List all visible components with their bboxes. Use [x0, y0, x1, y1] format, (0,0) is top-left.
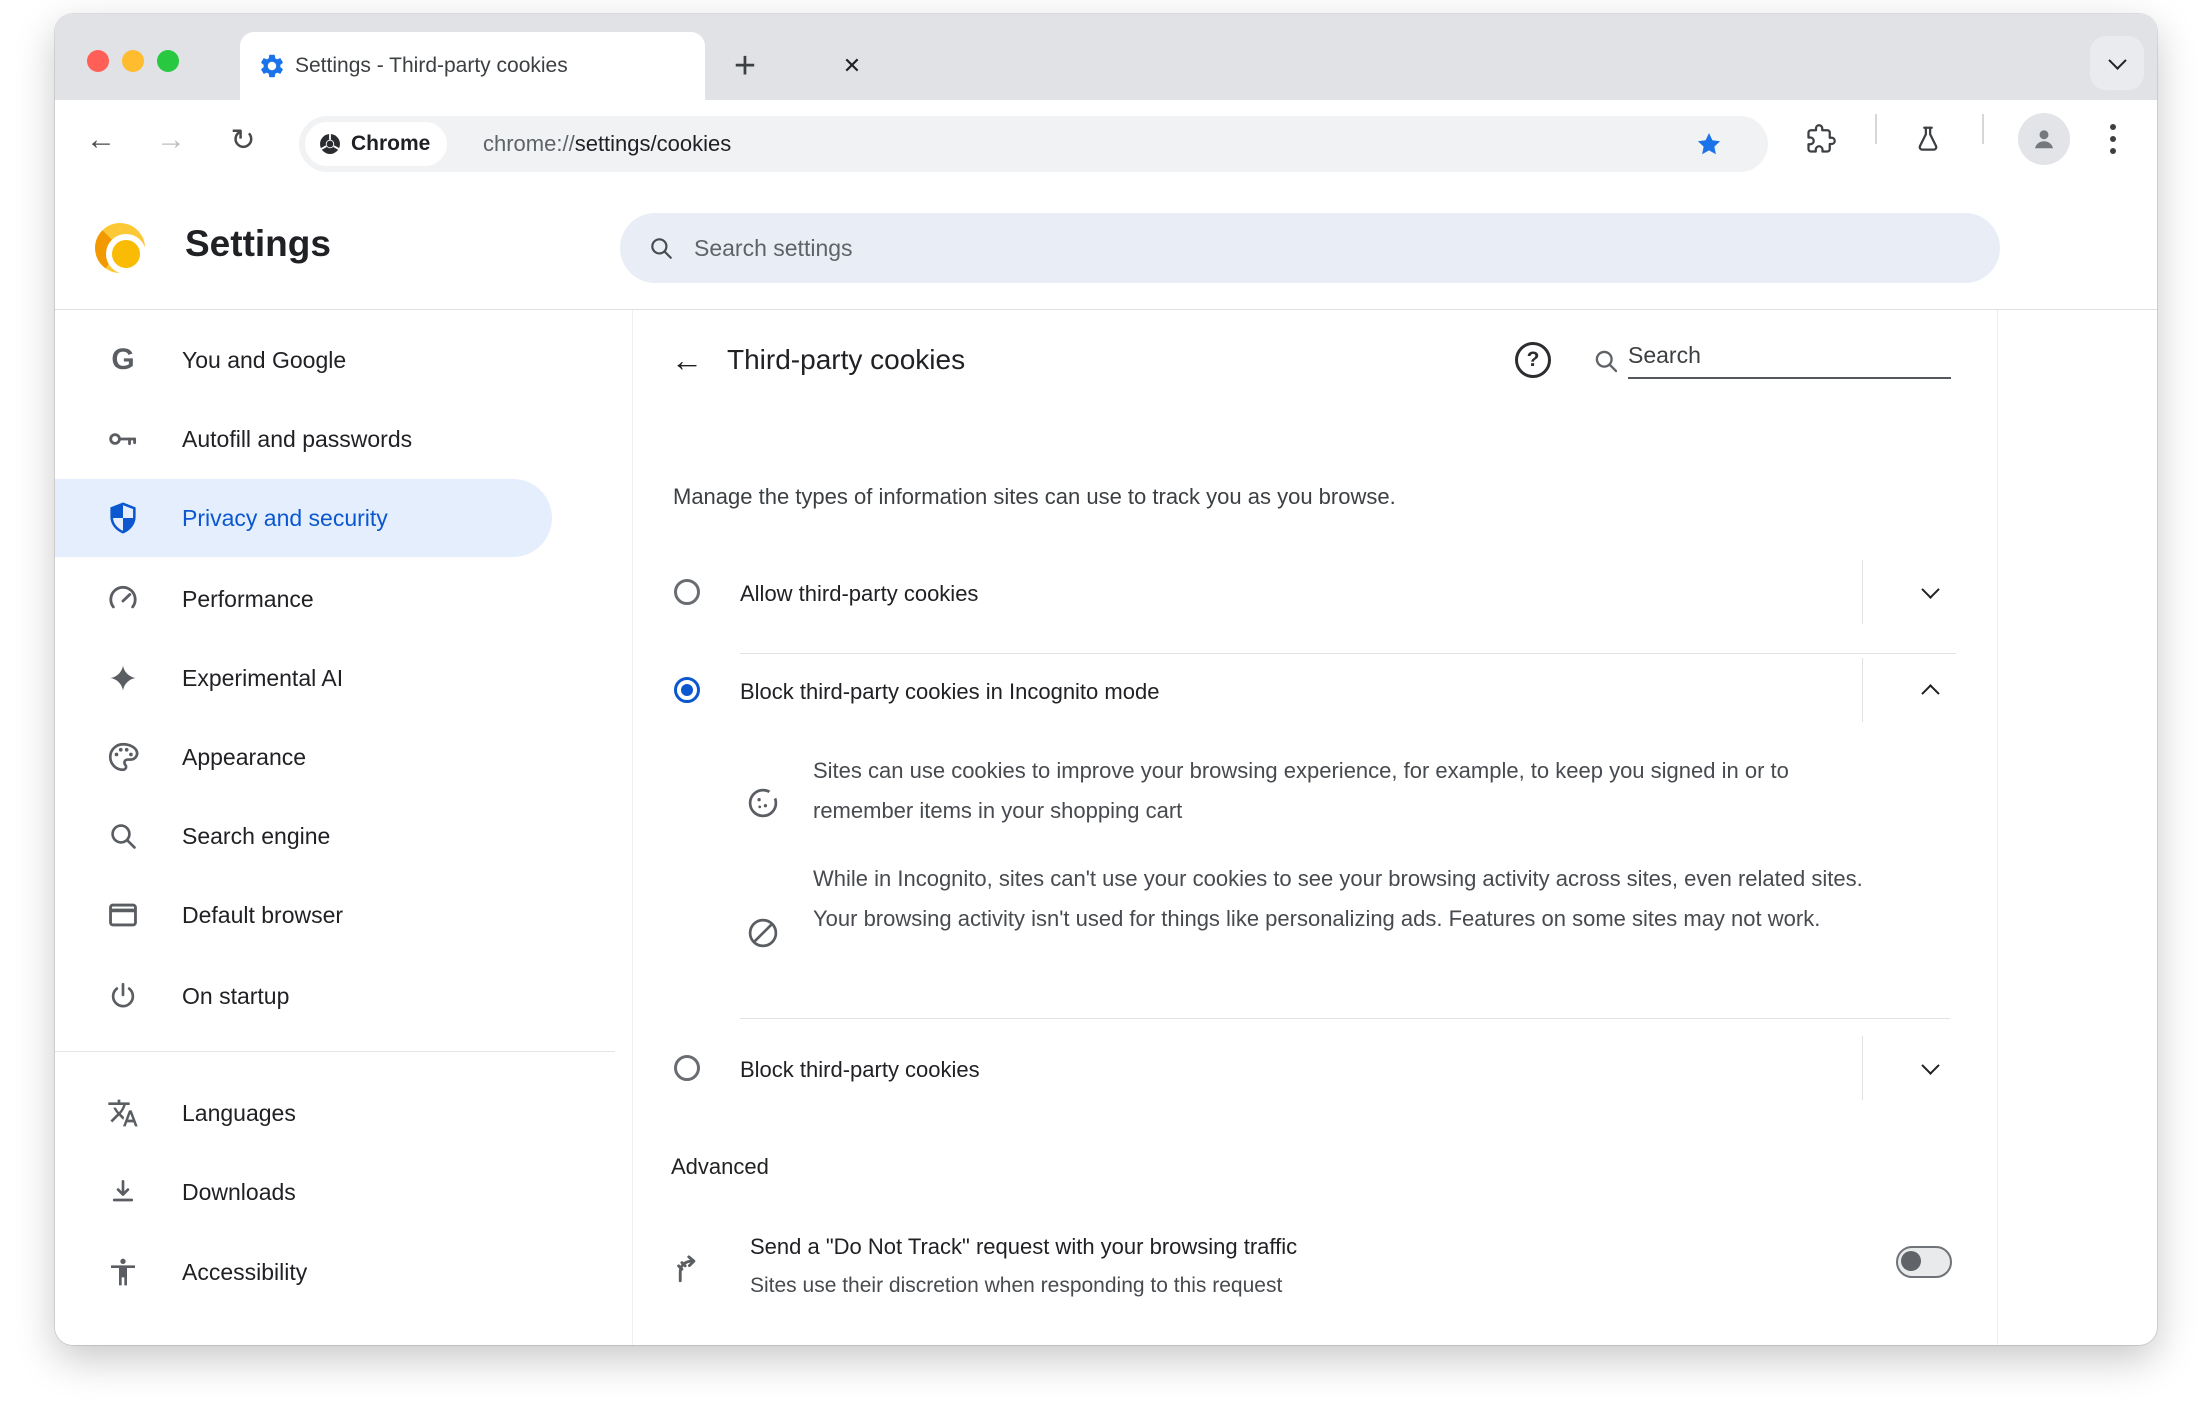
do-not-track-icon [672, 1250, 708, 1286]
expanded-detail-text: Sites can use cookies to improve your br… [813, 758, 1789, 823]
bookmark-star-icon[interactable] [1695, 130, 1723, 158]
option-label: Block third-party cookies in Incognito m… [740, 679, 1160, 704]
expand-block-button[interactable] [1904, 1042, 1956, 1094]
collapse-block-incognito-button[interactable] [1904, 664, 1956, 716]
shield-icon [105, 500, 141, 536]
page-title: Third-party cookies [727, 344, 966, 375]
forward-button[interactable]: → [145, 114, 197, 166]
translate-icon [105, 1095, 141, 1131]
reload-button[interactable]: ↻ [217, 114, 269, 166]
close-window-button[interactable] [87, 50, 109, 72]
sparkle-icon [105, 660, 141, 696]
browser-window: Settings - Third-party cookies ✕ + ← → ↻ [55, 14, 2157, 1345]
chip-label: Chrome [351, 132, 431, 155]
chevron-down-icon [1920, 1055, 1940, 1075]
toolbar-divider [1875, 114, 1877, 144]
accessibility-icon [105, 1254, 141, 1290]
radio-block[interactable] [674, 1055, 700, 1081]
row-separator [1862, 1036, 1863, 1100]
settings-header: Settings [55, 178, 2157, 310]
sidebar-item-privacy-and-security[interactable]: Privacy and security [55, 479, 552, 557]
expanded-detail-text: While in Incognito, sites can't use your… [813, 866, 1863, 931]
radio-allow[interactable] [674, 579, 700, 605]
option-label: Block third-party cookies [740, 1057, 980, 1082]
advanced-heading: Advanced [671, 1154, 769, 1179]
page-search-input[interactable] [1628, 342, 1951, 379]
zoom-window-button[interactable] [157, 50, 179, 72]
sidebar-item-appearance[interactable]: Appearance [55, 718, 552, 796]
new-tab-button[interactable]: + [717, 32, 773, 100]
chevron-down-icon [1920, 579, 1940, 599]
chrome-canary-logo [95, 223, 146, 274]
google-g-icon: G [111, 343, 135, 376]
option-row-allow[interactable]: Allow third-party cookies [634, 546, 1998, 638]
settings-title: Settings [185, 223, 331, 264]
dnt-title: Send a "Do Not Track" request with your … [750, 1234, 1298, 1259]
dnt-toggle[interactable] [1896, 1246, 1952, 1278]
page-intro-text: Manage the types of information sites ca… [673, 484, 1396, 509]
browser-window-icon [105, 897, 141, 933]
chevron-down-icon [2107, 50, 2127, 70]
tab-settings[interactable]: Settings - Third-party cookies ✕ [240, 32, 861, 100]
option-row-block-incognito[interactable]: Block third-party cookies in Incognito m… [634, 644, 1998, 736]
address-bar[interactable]: Chrome chrome://settings/cookies [299, 116, 1768, 172]
gear-favicon-icon [258, 52, 286, 80]
download-icon [105, 1174, 141, 1210]
sidebar-item-accessibility[interactable]: Accessibility [55, 1233, 552, 1311]
speedometer-icon [105, 581, 141, 617]
profile-avatar[interactable] [2018, 113, 2070, 165]
sidebar-item-downloads[interactable]: Downloads [55, 1153, 552, 1231]
search-settings-input[interactable] [694, 234, 1894, 262]
tab-strip: Settings - Third-party cookies ✕ + [55, 14, 2157, 100]
sidebar-item-autofill[interactable]: Autofill and passwords [55, 400, 552, 478]
url-scheme: chrome:// [483, 131, 575, 156]
row-separator [1862, 560, 1863, 624]
sidebar-item-default-browser[interactable]: Default browser [55, 876, 552, 954]
tab-close-icon[interactable]: ✕ [828, 32, 876, 100]
page-search-icon [1592, 347, 1620, 375]
third-party-cookies-page: ← Third-party cookies ? Manage the types… [634, 310, 1998, 1345]
sidebar-item-search-engine[interactable]: Search engine [55, 797, 552, 875]
back-button[interactable]: ← [75, 114, 127, 166]
section-divider [740, 1018, 1950, 1019]
toolbar-divider [1982, 114, 1984, 144]
palette-icon [105, 739, 141, 775]
chevron-up-icon [1920, 683, 1940, 703]
cookie-icon [745, 785, 781, 821]
search-settings-box[interactable] [620, 213, 2000, 283]
radio-block-incognito[interactable] [674, 677, 700, 703]
option-label: Allow third-party cookies [740, 581, 979, 606]
chrome-site-chip[interactable]: Chrome [305, 122, 447, 166]
url-path: settings/cookies [574, 131, 732, 156]
power-icon [105, 978, 141, 1014]
sidebar-item-experimental-ai[interactable]: Experimental AI [55, 639, 552, 717]
page-back-button[interactable]: ← [661, 334, 713, 386]
sidebar-item-performance[interactable]: Performance [55, 560, 552, 638]
row-separator [1862, 658, 1863, 722]
dnt-subtitle: Sites use their discretion when respondi… [750, 1274, 1283, 1297]
settings-sidebar: G You and Google Autofill and passwords [55, 310, 633, 1345]
sidebar-item-languages[interactable]: Languages [55, 1074, 552, 1152]
experiments-flask-icon[interactable] [1902, 113, 1954, 165]
chrome-logo-icon [317, 131, 343, 157]
search-icon [648, 235, 674, 261]
url-text[interactable]: chrome://settings/cookies [483, 116, 731, 172]
magnifier-icon [105, 818, 141, 854]
toggle-knob [1901, 1251, 1921, 1271]
minimize-window-button[interactable] [122, 50, 144, 72]
tab-search-button[interactable] [2090, 36, 2144, 90]
help-icon[interactable]: ? [1515, 342, 1551, 378]
tab-title-fade [570, 40, 640, 92]
expand-allow-button[interactable] [1904, 566, 1956, 618]
sidebar-item-you-and-google[interactable]: G You and Google [55, 321, 552, 399]
blocked-icon [745, 915, 781, 951]
key-icon [105, 421, 141, 457]
sidebar-divider [55, 1051, 615, 1052]
sidebar-item-on-startup[interactable]: On startup [55, 957, 552, 1035]
dnt-row: Send a "Do Not Track" request with your … [634, 1210, 1998, 1330]
extensions-icon[interactable] [1795, 113, 1847, 165]
option-row-block[interactable]: Block third-party cookies [634, 1022, 1998, 1114]
browser-toolbar: ← → ↻ Chrome chrome://settings/cookies [55, 100, 2157, 178]
menu-three-dots-icon[interactable] [2087, 113, 2139, 165]
